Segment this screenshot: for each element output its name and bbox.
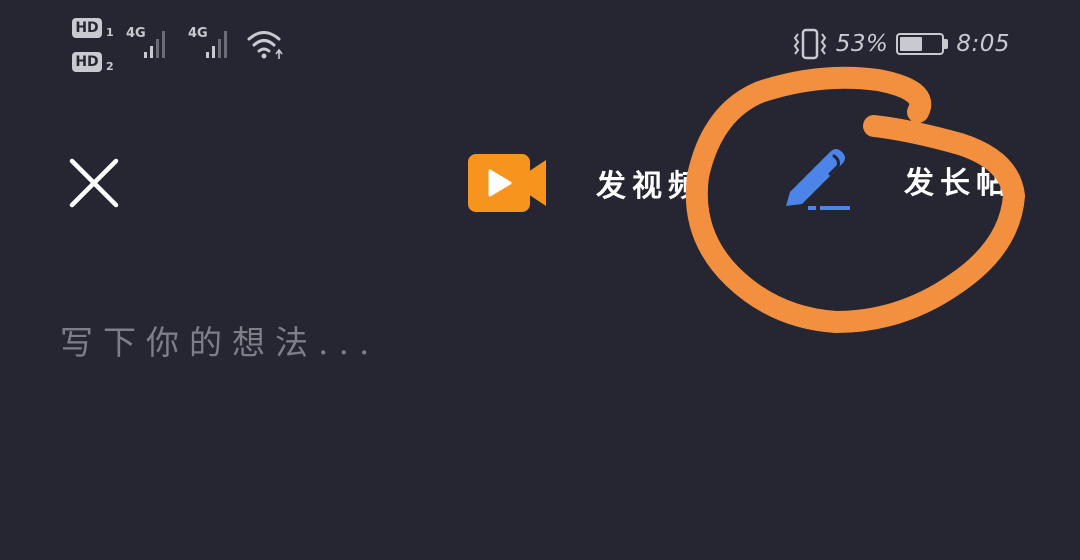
sim2-index: 2 xyxy=(106,60,114,73)
hd-badge-2: HD xyxy=(72,52,102,72)
network-type-2: 4G xyxy=(188,26,208,41)
signal-icon-2 xyxy=(206,30,227,58)
post-article-label: 发长帖 xyxy=(904,166,1012,201)
post-video-label: 发视频 xyxy=(596,169,704,204)
battery-icon xyxy=(896,33,949,55)
compose-screen: HD 1 HD 2 4G 4G 53% 8:05 发视频 发长帖 写下你的想法.… xyxy=(0,0,1080,560)
signal-icon xyxy=(144,30,165,58)
status-time: 8:05 xyxy=(956,31,1010,57)
battery-percent: 53% xyxy=(835,31,889,57)
close-icon xyxy=(69,158,119,208)
pen-icon xyxy=(786,149,850,210)
wifi-icon xyxy=(247,31,283,59)
close-button[interactable] xyxy=(66,155,122,211)
status-bar-left: HD 1 HD 2 4G 4G xyxy=(70,16,300,76)
post-video-button[interactable]: 发视频 xyxy=(466,152,704,214)
network-type-1: 4G xyxy=(126,26,146,41)
post-text-input[interactable]: 写下你的想法... xyxy=(60,316,379,364)
vibrate-icon xyxy=(793,28,826,60)
status-bar-right: 53% 8:05 xyxy=(792,28,1010,60)
video-camera-icon xyxy=(468,154,546,212)
sim1-index: 1 xyxy=(106,26,114,39)
annotation-circle-icon xyxy=(685,66,1025,333)
hd-badge-1: HD xyxy=(72,18,102,38)
post-article-button[interactable]: 发长帖 xyxy=(778,146,1012,214)
